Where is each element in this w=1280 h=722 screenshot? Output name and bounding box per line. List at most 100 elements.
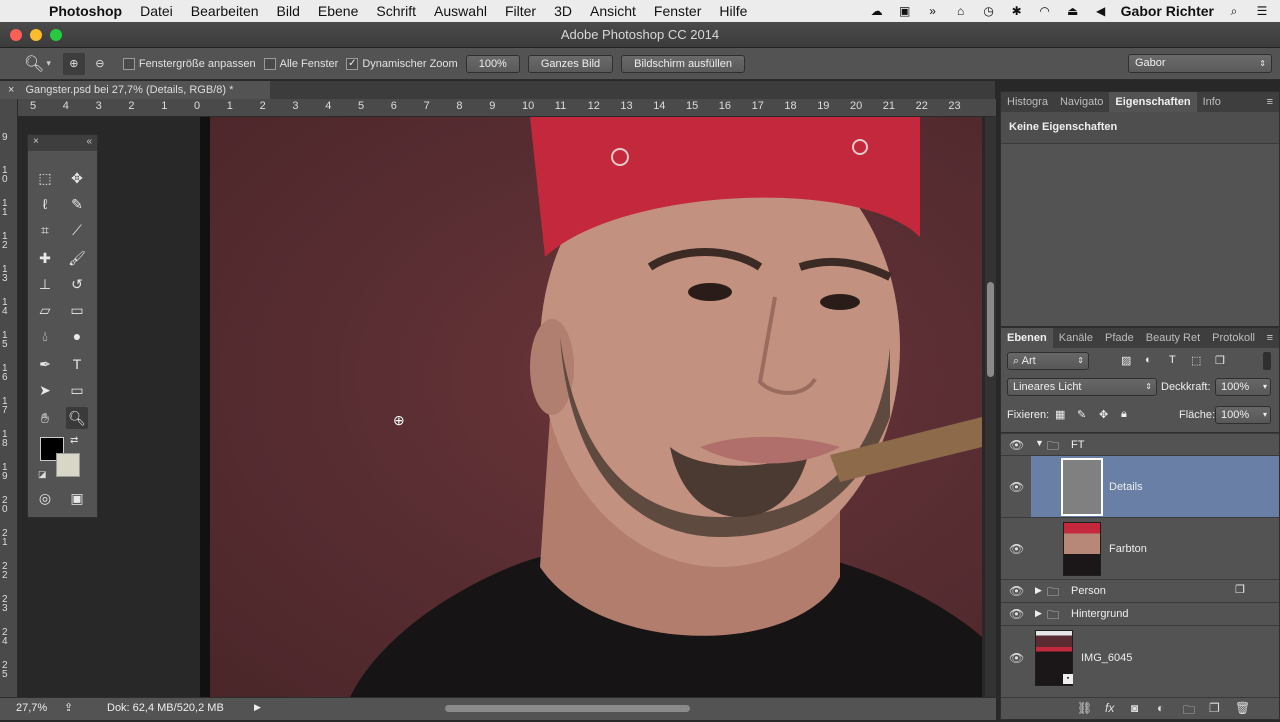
zoom-in-icon[interactable]: ⊕ xyxy=(62,52,85,75)
vertical-scrollbar[interactable] xyxy=(985,117,996,697)
blend-mode-select[interactable]: Lineares Licht ⇕ xyxy=(1007,378,1157,396)
tab-paths[interactable]: Pfade xyxy=(1099,328,1140,348)
visibility-eye-icon[interactable]: 👁︎ xyxy=(1009,480,1024,494)
filter-shape-icon[interactable]: ⬚ xyxy=(1191,354,1201,367)
horizontal-scrollbar-thumb[interactable] xyxy=(445,705,690,712)
screen-share-icon[interactable]: ▣ xyxy=(897,4,913,18)
blur-tool-icon[interactable]: 💧︎ xyxy=(34,325,56,347)
tab-beauty-retouch[interactable]: Beauty Ret xyxy=(1140,328,1206,348)
zoom-out-icon[interactable]: ⊖ xyxy=(89,53,111,75)
layer-name[interactable]: Details xyxy=(1109,481,1143,493)
spotlight-search-icon[interactable]: ⌕ xyxy=(1226,4,1242,18)
filter-adjustment-icon[interactable]: ◐ xyxy=(1145,354,1152,366)
document-tab[interactable]: × Gangster.psd bei 27,7% (Details, RGB/8… xyxy=(0,81,270,99)
menu-filter[interactable]: Filter xyxy=(496,3,545,19)
airplay-icon[interactable]: ⌂ xyxy=(953,4,969,18)
lock-transparency-icon[interactable]: ▦ xyxy=(1055,408,1065,421)
layer-filter-select[interactable]: ⌕ Art ⇕ xyxy=(1007,352,1089,370)
rectangle-tool-icon[interactable]: ▭ xyxy=(66,379,88,401)
eject-icon[interactable]: ⏏ xyxy=(1065,4,1081,18)
fill-field[interactable]: 100% ▾ xyxy=(1215,406,1271,424)
tools-panel-header[interactable]: × « xyxy=(28,135,97,151)
filter-pixel-icon[interactable]: ▨ xyxy=(1121,354,1131,367)
menu-schrift[interactable]: Schrift xyxy=(367,3,425,19)
move-tool-icon[interactable]: ✥ xyxy=(66,167,88,189)
horizontal-ruler[interactable]: 5 4 3 2 1 0 1 2 3 4 5 6 7 8 9 10 11 12 13 14 15 16 17 18 19 20 21 2… xyxy=(18,99,996,117)
layer-name[interactable]: IMG_6045 xyxy=(1081,652,1132,664)
panel-menu-icon[interactable]: ≡ xyxy=(1267,92,1279,112)
panel-menu-icon[interactable]: ≡ xyxy=(1267,328,1279,348)
new-adjustment-icon[interactable]: ◐ xyxy=(1157,701,1164,715)
status-menu-arrow-icon[interactable]: ▶ xyxy=(254,702,261,713)
visibility-eye-icon[interactable]: 👁︎ xyxy=(1009,607,1024,621)
creative-cloud-icon[interactable]: ☁ xyxy=(869,4,885,18)
expand-chevron-down-icon[interactable]: ▼ xyxy=(1035,438,1044,448)
zoom-tool-preset-icon[interactable]: 🔍︎ xyxy=(24,54,44,74)
lock-pixels-icon[interactable]: ✎ xyxy=(1077,408,1086,421)
document-photo[interactable] xyxy=(200,117,982,697)
layer-row-img-6045[interactable]: 👁︎ ▪ IMG_6045 xyxy=(1001,625,1279,689)
visibility-eye-icon[interactable]: 👁︎ xyxy=(1009,584,1024,598)
quick-selection-tool-icon[interactable]: ✎ xyxy=(66,193,88,215)
zoom-100-button[interactable]: 100% xyxy=(465,54,520,73)
scrollbar-thumb[interactable] xyxy=(987,282,994,377)
hand-tool-icon[interactable]: ✋︎ xyxy=(34,407,56,429)
menu-app[interactable]: Photoshop xyxy=(40,3,131,19)
visibility-eye-icon[interactable]: 👁︎ xyxy=(1009,438,1024,452)
menu-hilfe[interactable]: Hilfe xyxy=(710,3,756,19)
vertical-ruler[interactable]: 9 10 11 12 13 14 15 16 17 18 19 20 21 22 23 24 25 xyxy=(0,99,18,697)
menu-fenster[interactable]: Fenster xyxy=(645,3,710,19)
menubar-user[interactable]: Gabor Richter xyxy=(1121,3,1214,19)
eyedropper-tool-icon[interactable]: ⟋ xyxy=(66,219,88,241)
pen-tool-icon[interactable]: ✒ xyxy=(34,353,56,375)
marquee-tool-icon[interactable]: ⬚ xyxy=(34,167,56,189)
tab-channels[interactable]: Kanäle xyxy=(1053,328,1099,348)
dodge-tool-icon[interactable]: ● xyxy=(66,325,88,347)
healing-brush-tool-icon[interactable]: ✚ xyxy=(34,247,56,269)
layer-row-ft[interactable]: 👁︎ ▼ 🗀︎ FT xyxy=(1001,433,1279,455)
all-windows-checkbox[interactable]: Alle Fenster xyxy=(263,57,338,70)
fit-screen-button[interactable]: Ganzes Bild xyxy=(527,54,614,73)
filter-type-icon[interactable]: T xyxy=(1169,354,1176,366)
menu-datei[interactable]: Datei xyxy=(131,3,182,19)
add-mask-icon[interactable]: ◙ xyxy=(1131,701,1138,715)
menu-auswahl[interactable]: Auswahl xyxy=(425,3,496,19)
filter-smart-object-icon[interactable]: ❐ xyxy=(1215,354,1225,367)
filter-toggle[interactable] xyxy=(1263,352,1271,370)
layer-name[interactable]: Person xyxy=(1071,585,1106,597)
menu-3d[interactable]: 3D xyxy=(545,3,581,19)
tab-histogram[interactable]: Histogra xyxy=(1001,92,1054,112)
fill-screen-button[interactable]: Bildschirm ausfüllen xyxy=(621,54,745,73)
expand-chevron-right-icon[interactable]: ▶ xyxy=(1035,608,1042,619)
expand-chevron-right-icon[interactable]: ▶ xyxy=(1035,585,1042,596)
close-tab-icon[interactable]: × xyxy=(8,84,14,96)
close-panel-icon[interactable]: × xyxy=(33,136,39,150)
new-layer-icon[interactable]: ❐ xyxy=(1209,701,1220,715)
crop-tool-icon[interactable]: ⌗ xyxy=(34,219,56,241)
tab-layers[interactable]: Ebenen xyxy=(1001,328,1053,348)
menu-bearbeiten[interactable]: Bearbeiten xyxy=(182,3,268,19)
opacity-field[interactable]: 100% ▾ xyxy=(1215,378,1271,396)
close-window-icon[interactable] xyxy=(10,29,22,41)
layer-name[interactable]: Farbton xyxy=(1109,543,1147,555)
notification-list-icon[interactable]: ☰ xyxy=(1254,4,1270,18)
layer-row-hintergrund[interactable]: 👁︎ ▶ 🗀︎ Hintergrund xyxy=(1001,602,1279,625)
default-colors-icon[interactable]: ◪ xyxy=(38,469,47,480)
bluetooth-icon[interactable]: ✱ xyxy=(1009,4,1025,18)
type-tool-icon[interactable]: T xyxy=(66,353,88,375)
history-brush-tool-icon[interactable]: ↺ xyxy=(66,273,88,295)
lock-all-icon[interactable]: 🔒︎ xyxy=(1121,408,1127,421)
link-layers-icon[interactable]: ⛓ xyxy=(1077,701,1092,715)
tab-properties[interactable]: Eigenschaften xyxy=(1109,92,1197,112)
eraser-tool-icon[interactable]: ▱ xyxy=(34,299,56,321)
layer-row-person[interactable]: 👁︎ ▶ 🗀︎ Person ❐ xyxy=(1001,579,1279,602)
brush-tool-icon[interactable]: 🖌︎ xyxy=(66,247,88,269)
visibility-eye-icon[interactable]: 👁︎ xyxy=(1009,651,1024,665)
tab-navigator[interactable]: Navigato xyxy=(1054,92,1109,112)
menu-ansicht[interactable]: Ansicht xyxy=(581,3,645,19)
gradient-tool-icon[interactable]: ▭ xyxy=(66,299,88,321)
collapse-panel-icon[interactable]: « xyxy=(86,136,92,150)
layer-row-farbton[interactable]: 👁︎ Farbton xyxy=(1001,517,1279,579)
visibility-eye-icon[interactable]: 👁︎ xyxy=(1009,542,1024,556)
export-icon[interactable]: ⇪ xyxy=(64,701,73,714)
